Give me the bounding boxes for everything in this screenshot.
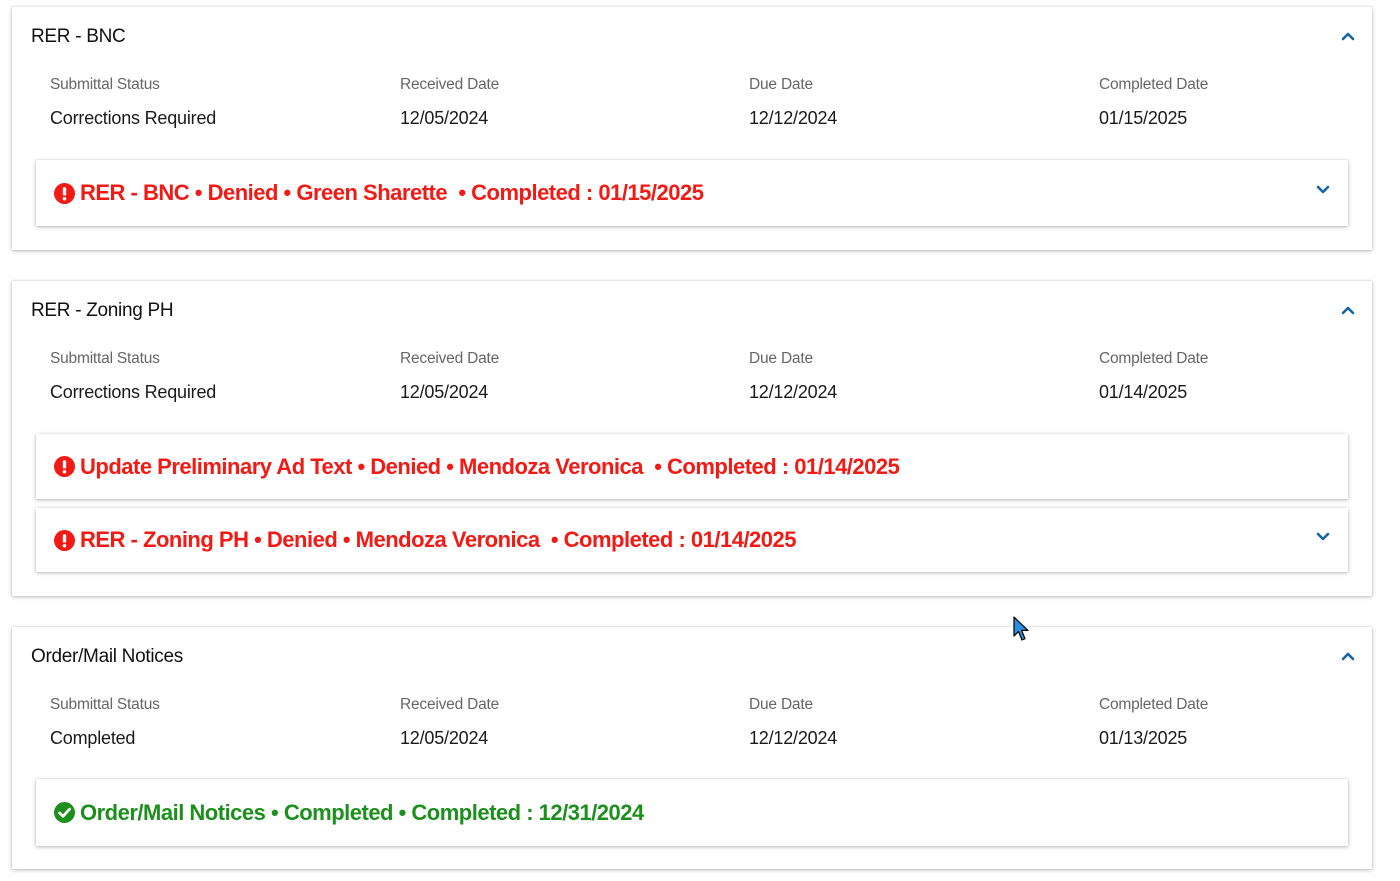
task-row[interactable]: Update Preliminary Ad Text • Denied • Me… xyxy=(36,434,1348,499)
field-value: 12/12/2024 xyxy=(749,108,838,128)
received-date-field: Received Date 12/05/2024 xyxy=(400,350,720,403)
field-value: 12/12/2024 xyxy=(749,728,838,748)
submittal-panel-order-mail-notices: Order/Mail Notices Submittal Status Comp… xyxy=(12,627,1372,869)
task-row[interactable]: Order/Mail Notices • Completed • Complet… xyxy=(36,779,1348,846)
received-date-field: Received Date 12/05/2024 xyxy=(400,696,720,749)
exclamation-circle-icon xyxy=(54,456,75,477)
chevron-up-icon[interactable] xyxy=(1340,303,1356,317)
submittal-fields: Submittal Status Corrections Required Re… xyxy=(50,350,1350,410)
field-value: 01/15/2025 xyxy=(1099,108,1188,128)
task-row[interactable]: RER - Zoning PH • Denied • Mendoza Veron… xyxy=(36,508,1348,572)
chevron-up-icon[interactable] xyxy=(1340,29,1356,43)
field-label: Received Date xyxy=(400,696,500,713)
panel-title: RER - Zoning PH xyxy=(31,300,174,321)
field-value: 12/05/2024 xyxy=(400,728,489,748)
submittal-status-field: Submittal Status Corrections Required xyxy=(50,350,370,403)
completed-date-field: Completed Date 01/13/2025 xyxy=(1099,696,1400,749)
field-value: 01/14/2025 xyxy=(1099,382,1188,402)
due-date-field: Due Date 12/12/2024 xyxy=(749,350,1069,403)
field-label: Received Date xyxy=(400,350,500,367)
due-date-field: Due Date 12/12/2024 xyxy=(749,76,1069,129)
field-label: Due Date xyxy=(749,76,813,93)
field-label: Submittal Status xyxy=(50,76,160,93)
due-date-field: Due Date 12/12/2024 xyxy=(749,696,1069,749)
field-label: Submittal Status xyxy=(50,350,160,367)
submittal-fields: Submittal Status Completed Received Date… xyxy=(50,696,1350,756)
field-value: 01/13/2025 xyxy=(1099,728,1188,748)
submittal-panel-rer-bnc: RER - BNC Submittal Status Corrections R… xyxy=(12,7,1372,250)
field-label: Completed Date xyxy=(1099,696,1209,713)
chevron-down-icon[interactable] xyxy=(1316,531,1330,543)
mouse-pointer-icon xyxy=(1013,616,1029,641)
submittal-panel-rer-zoning-ph: RER - Zoning PH Submittal Status Correct… xyxy=(12,281,1372,596)
field-label: Due Date xyxy=(749,696,813,713)
exclamation-circle-icon xyxy=(54,182,75,204)
task-summary: Order/Mail Notices • Completed • Complet… xyxy=(80,799,644,825)
field-value: 12/05/2024 xyxy=(400,108,489,128)
task-summary: Update Preliminary Ad Text • Denied • Me… xyxy=(80,453,900,479)
field-value: 12/12/2024 xyxy=(749,382,838,402)
task-summary: RER - Zoning PH • Denied • Mendoza Veron… xyxy=(80,527,797,552)
chevron-up-icon[interactable] xyxy=(1340,649,1356,663)
exclamation-circle-icon xyxy=(54,529,75,551)
task-summary: RER - BNC • Denied • Green Sharette • Co… xyxy=(80,180,704,205)
completed-date-field: Completed Date 01/14/2025 xyxy=(1099,350,1400,403)
field-label: Completed Date xyxy=(1099,350,1209,367)
check-circle-icon xyxy=(54,802,75,823)
submittal-status-field: Submittal Status Corrections Required xyxy=(50,76,370,129)
submittal-fields: Submittal Status Corrections Required Re… xyxy=(50,76,1350,136)
field-label: Submittal Status xyxy=(50,696,160,713)
field-value: Corrections Required xyxy=(50,382,217,402)
field-label: Completed Date xyxy=(1099,76,1209,93)
field-value: Completed xyxy=(50,728,136,748)
panel-title: Order/Mail Notices xyxy=(31,646,183,667)
submittal-status-field: Submittal Status Completed xyxy=(50,696,370,749)
chevron-down-icon[interactable] xyxy=(1316,184,1330,196)
panel-title: RER - BNC xyxy=(31,26,126,47)
completed-date-field: Completed Date 01/15/2025 xyxy=(1099,76,1400,129)
field-label: Due Date xyxy=(749,350,813,367)
received-date-field: Received Date 12/05/2024 xyxy=(400,76,720,129)
field-value: Corrections Required xyxy=(50,108,217,128)
field-value: 12/05/2024 xyxy=(400,382,489,402)
task-row[interactable]: RER - BNC • Denied • Green Sharette • Co… xyxy=(36,160,1348,226)
field-label: Received Date xyxy=(400,76,500,93)
